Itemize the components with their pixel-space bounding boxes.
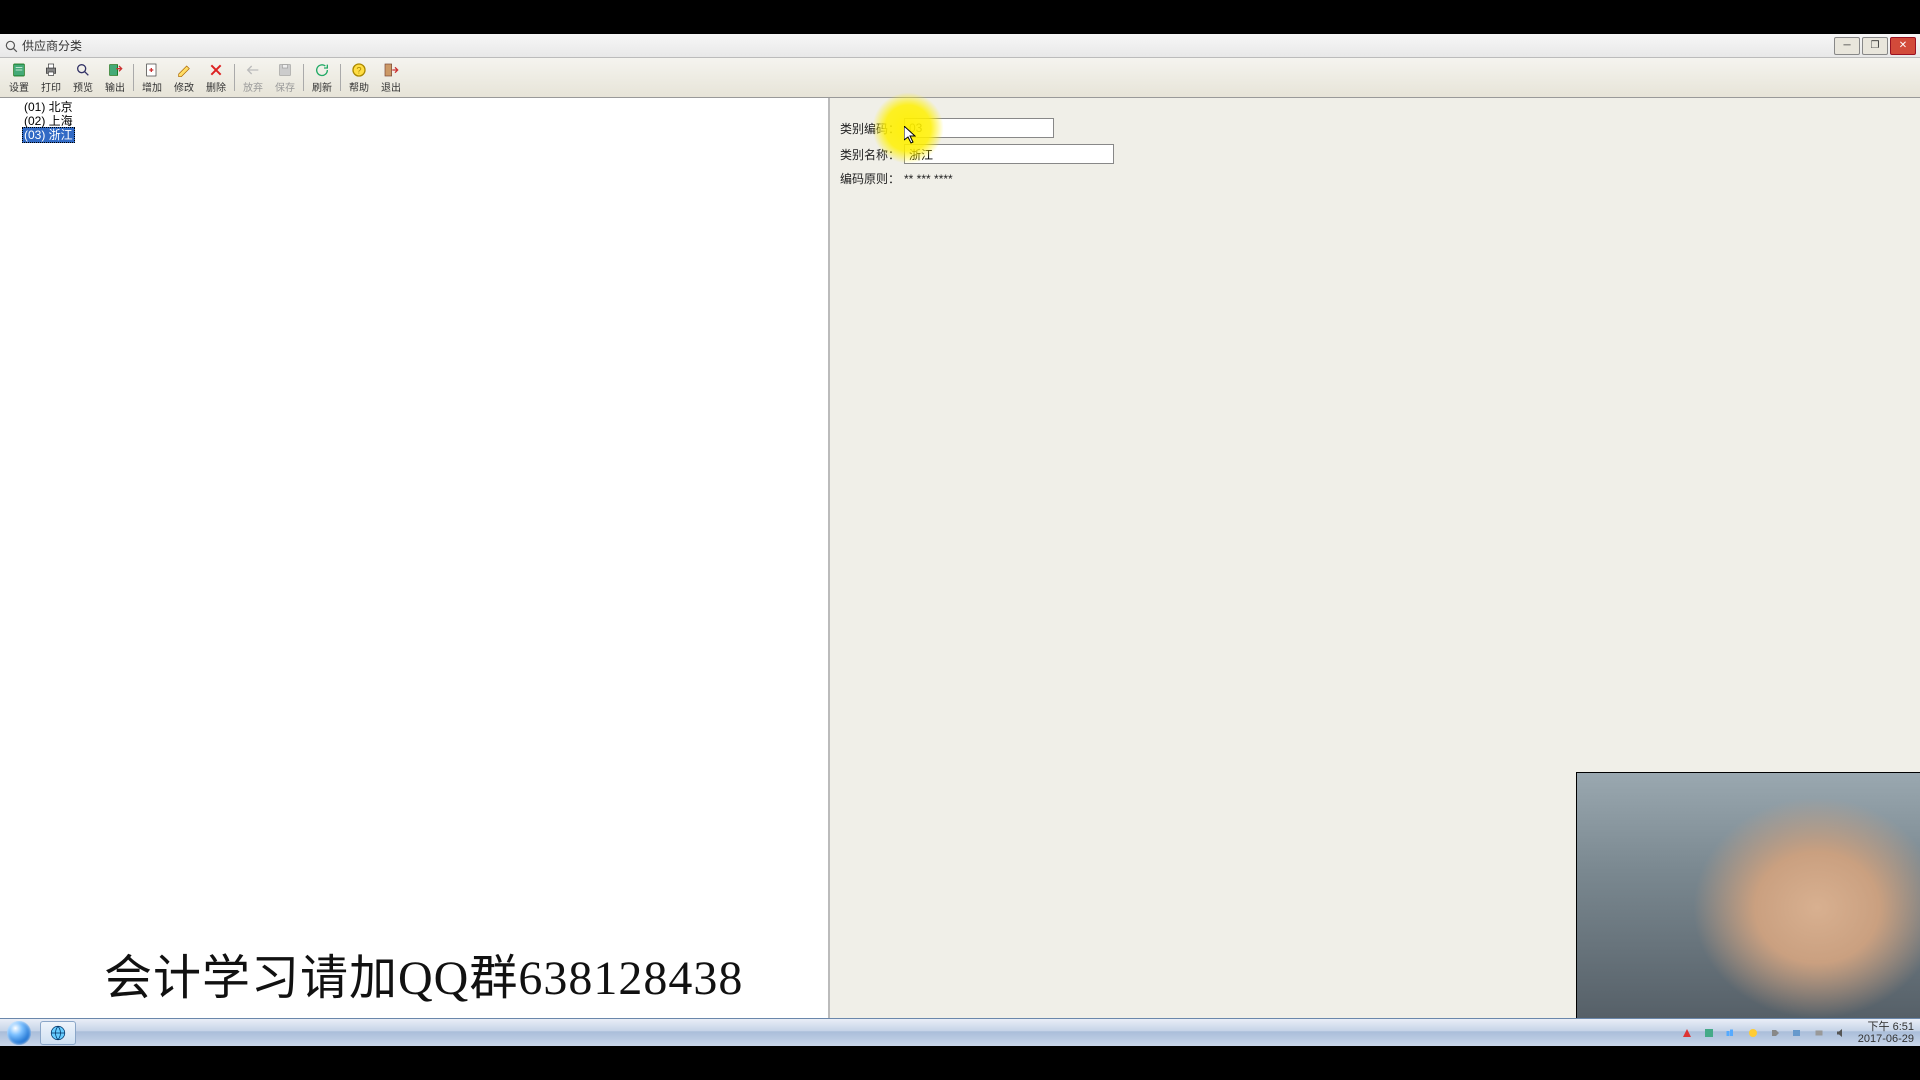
delete-icon — [207, 61, 225, 79]
toolbar-label: 保存 — [275, 79, 295, 94]
tray-icon[interactable] — [1767, 1025, 1783, 1041]
tray-icon[interactable] — [1701, 1025, 1717, 1041]
toolbar-label: 增加 — [142, 79, 162, 94]
window-title: 供应商分类 — [22, 37, 82, 54]
toolbar-label: 刷新 — [312, 79, 332, 94]
tray-icon[interactable] — [1723, 1025, 1739, 1041]
tree-node-label: (03) 浙江 — [22, 127, 75, 143]
overlay-caption: 会计学习请加QQ群638128438 — [104, 938, 743, 1008]
toolbar-label: 预览 — [73, 79, 93, 94]
taskbar: 下午 6:51 2017-06-29 — [0, 1018, 1920, 1046]
tree-node[interactable]: (01) 北京 — [4, 100, 824, 114]
start-button[interactable] — [0, 1019, 38, 1047]
refresh-icon — [313, 61, 331, 79]
toolbar-btn-delete[interactable]: 删除 — [200, 60, 232, 95]
toolbar-btn-preview[interactable]: 预览 — [67, 60, 99, 95]
output-icon — [106, 61, 124, 79]
code-input[interactable] — [904, 118, 1054, 138]
exit-icon — [382, 61, 400, 79]
toolbar-btn-abandon: 放弃 — [237, 60, 269, 95]
toolbar-btn-output[interactable]: 输出 — [99, 60, 131, 95]
taskbar-item[interactable] — [40, 1021, 76, 1045]
toolbar-label: 删除 — [206, 79, 226, 94]
tray-icon[interactable] — [1811, 1025, 1827, 1041]
toolbar-btn-help[interactable]: ? 帮助 — [343, 60, 375, 95]
toolbar-label: 帮助 — [349, 79, 369, 94]
minimize-button[interactable]: ─ — [1834, 37, 1860, 55]
toolbar-btn-modify[interactable]: 修改 — [168, 60, 200, 95]
print-icon — [42, 61, 60, 79]
rule-value: ** *** **** — [904, 172, 953, 186]
save-icon — [276, 61, 294, 79]
tree-node-label: (01) 北京 — [22, 100, 75, 114]
toolbar-btn-add[interactable]: 增加 — [136, 60, 168, 95]
settings-icon — [10, 61, 28, 79]
app-icon — [4, 39, 18, 53]
add-icon — [143, 61, 161, 79]
help-icon: ? — [350, 61, 368, 79]
tree-pane[interactable]: (01) 北京 (02) 上海 (03) 浙江 — [0, 98, 830, 1018]
clock-date: 2017-06-29 — [1858, 1033, 1914, 1045]
preview-icon — [74, 61, 92, 79]
modify-icon — [175, 61, 193, 79]
toolbar-label: 输出 — [105, 79, 125, 94]
tree-node-label: (02) 上海 — [22, 114, 75, 128]
toolbar-label: 打印 — [41, 79, 61, 94]
titlebar: 供应商分类 ─ ❐ ✕ — [0, 34, 1920, 58]
toolbar-label: 放弃 — [243, 79, 263, 94]
volume-icon[interactable] — [1833, 1025, 1849, 1041]
toolbar-btn-save: 保存 — [269, 60, 301, 95]
tray-icon[interactable] — [1745, 1025, 1761, 1041]
taskbar-clock[interactable]: 下午 6:51 2017-06-29 — [1858, 1021, 1914, 1045]
maximize-button[interactable]: ❐ — [1862, 37, 1888, 55]
abandon-icon — [244, 61, 262, 79]
tray-icon[interactable] — [1679, 1025, 1695, 1041]
toolbar-btn-exit[interactable]: 退出 — [375, 60, 407, 95]
toolbar-btn-print[interactable]: 打印 — [35, 60, 67, 95]
tree-node-selected[interactable]: (03) 浙江 — [4, 128, 824, 142]
toolbar-label: 设置 — [9, 79, 29, 94]
tree-node[interactable]: (02) 上海 — [4, 114, 824, 128]
tray-icon[interactable] — [1789, 1025, 1805, 1041]
toolbar-btn-refresh[interactable]: 刷新 — [306, 60, 338, 95]
close-button[interactable]: ✕ — [1890, 37, 1916, 55]
rule-label: 编码原则： — [838, 170, 900, 187]
clock-time: 下午 6:51 — [1858, 1021, 1914, 1033]
toolbar: 设置 打印 预览 输出 增加 修改 删除 放弃 — [0, 58, 1920, 98]
svg-text:?: ? — [356, 65, 361, 75]
webcam-overlay — [1576, 772, 1920, 1018]
name-label: 类别名称： — [838, 146, 900, 163]
toolbar-btn-settings[interactable]: 设置 — [3, 60, 35, 95]
globe-icon — [49, 1024, 67, 1042]
toolbar-label: 修改 — [174, 79, 194, 94]
system-tray: 下午 6:51 2017-06-29 — [1670, 1019, 1920, 1046]
code-label: 类别编码： — [838, 120, 900, 137]
toolbar-label: 退出 — [381, 79, 401, 94]
name-input[interactable] — [904, 144, 1114, 164]
